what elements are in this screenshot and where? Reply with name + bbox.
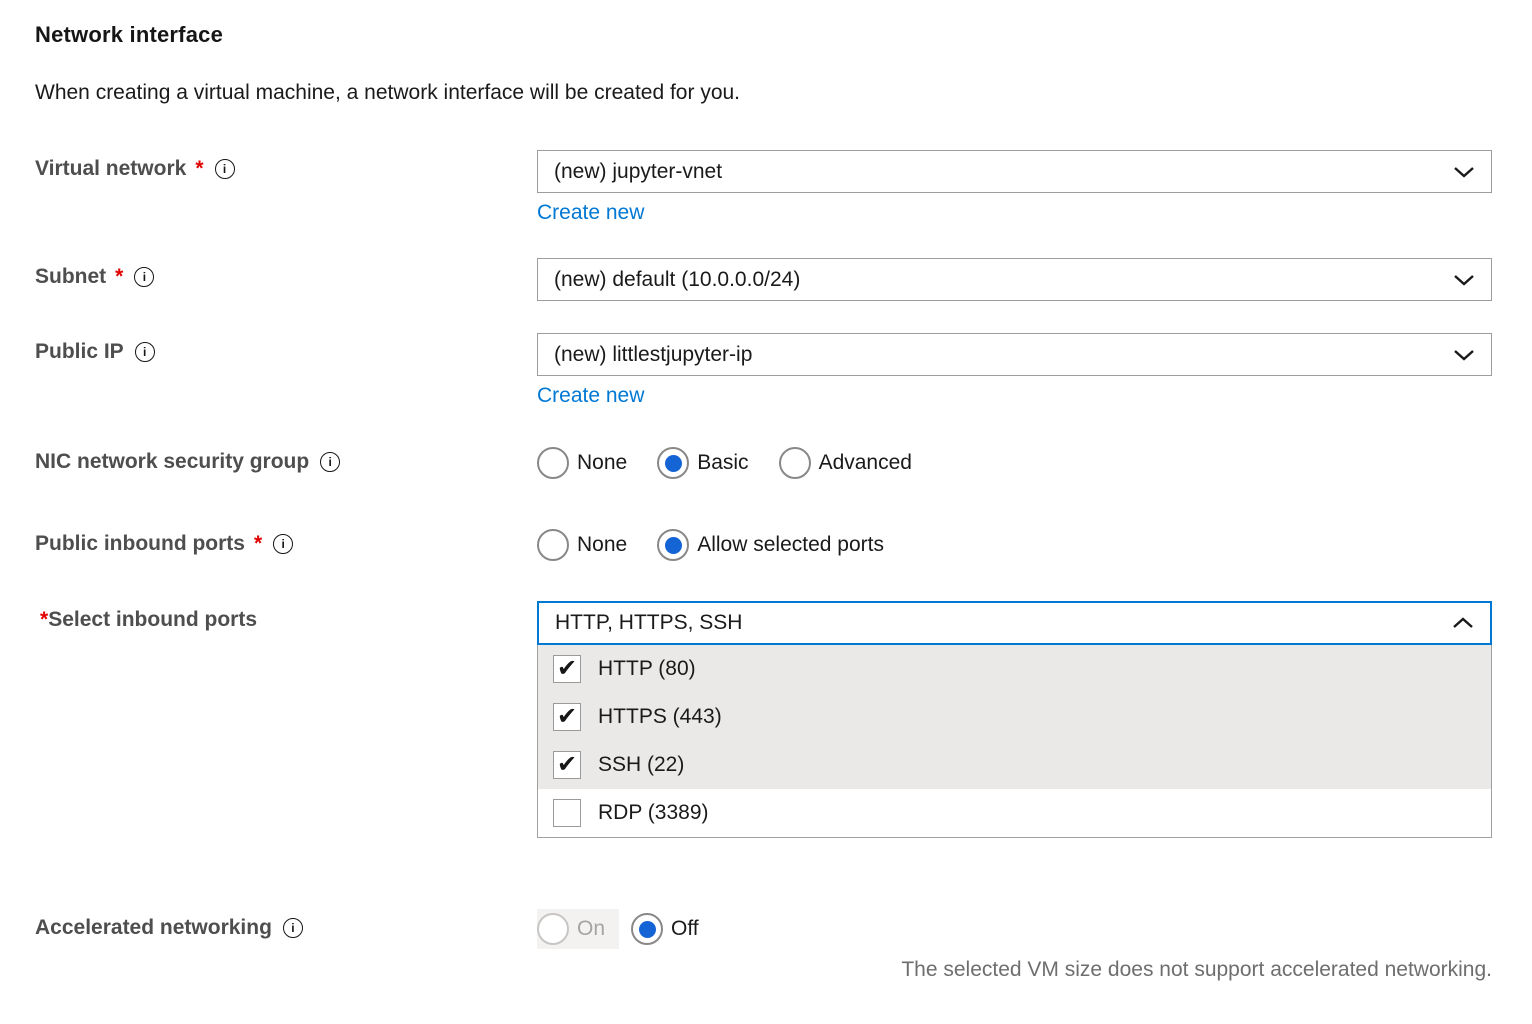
chevron-down-icon <box>1453 349 1475 361</box>
checkbox-unchecked-icon[interactable] <box>553 799 581 827</box>
network-interface-section: Network interface When creating a virtua… <box>0 0 1532 982</box>
option-ssh-22[interactable]: ✔ SSH (22) <box>538 741 1491 789</box>
chevron-down-icon <box>1453 274 1475 286</box>
public-inbound-ports-radio-group: None Allow selected ports <box>537 525 1492 565</box>
row-accelerated-networking: Accelerated networking i On Off The sele… <box>35 909 1492 982</box>
radio-nic-nsg-basic[interactable]: Basic <box>657 447 748 479</box>
checkbox-checked-icon[interactable]: ✔ <box>553 751 581 779</box>
subnet-label: Subnet* i <box>35 258 537 289</box>
accelerated-networking-note: The selected VM size does not support ac… <box>537 958 1492 982</box>
public-ip-create-new-link[interactable]: Create new <box>537 384 644 408</box>
public-ip-label: Public IP i <box>35 333 537 364</box>
nic-nsg-label: NIC network security group i <box>35 443 537 474</box>
radio-circle <box>779 447 811 479</box>
page-title: Network interface <box>35 22 1492 48</box>
info-icon[interactable]: i <box>320 452 340 472</box>
row-subnet: Subnet* i (new) default (10.0.0.0/24) <box>35 258 1492 301</box>
nic-nsg-radio-group: None Basic Advanced <box>537 443 1492 483</box>
required-asterisk: * <box>40 608 48 632</box>
chevron-down-icon <box>1453 166 1475 178</box>
row-public-ip: Public IP i (new) littlestjupyter-ip Cre… <box>35 333 1492 408</box>
radio-circle-selected <box>631 913 663 945</box>
public-ip-dropdown[interactable]: (new) littlestjupyter-ip <box>537 333 1492 376</box>
radio-accelerated-on-disabled: On <box>537 909 619 949</box>
required-asterisk: * <box>195 157 203 181</box>
radio-circle-disabled <box>537 913 569 945</box>
virtual-network-dropdown[interactable]: (new) jupyter-vnet <box>537 150 1492 193</box>
accelerated-networking-radio-group: On Off <box>537 909 1492 949</box>
radio-inbound-none[interactable]: None <box>537 529 627 561</box>
info-icon[interactable]: i <box>135 342 155 362</box>
network-interface-form: Virtual network* i (new) jupyter-vnet Cr… <box>35 150 1492 982</box>
radio-inbound-allow-selected[interactable]: Allow selected ports <box>657 529 884 561</box>
checkbox-checked-icon[interactable]: ✔ <box>553 703 581 731</box>
virtual-network-create-new-link[interactable]: Create new <box>537 201 644 225</box>
info-icon[interactable]: i <box>283 918 303 938</box>
subnet-dropdown[interactable]: (new) default (10.0.0.0/24) <box>537 258 1492 301</box>
radio-circle <box>537 529 569 561</box>
option-https-443[interactable]: ✔ HTTPS (443) <box>538 693 1491 741</box>
radio-circle <box>537 447 569 479</box>
radio-accelerated-off[interactable]: Off <box>631 913 699 945</box>
row-virtual-network: Virtual network* i (new) jupyter-vnet Cr… <box>35 150 1492 225</box>
info-icon[interactable]: i <box>273 534 293 554</box>
radio-nic-nsg-none[interactable]: None <box>537 447 627 479</box>
inbound-ports-option-list: ✔ HTTP (80) ✔ HTTPS (443) ✔ SSH (22) RDP… <box>537 645 1492 838</box>
option-http-80[interactable]: ✔ HTTP (80) <box>538 645 1491 693</box>
radio-nic-nsg-advanced[interactable]: Advanced <box>779 447 912 479</box>
info-icon[interactable]: i <box>215 159 235 179</box>
row-nic-nsg: NIC network security group i None Basic … <box>35 443 1492 483</box>
row-select-inbound-ports: *Select inbound ports HTTP, HTTPS, SSH ✔… <box>35 601 1492 838</box>
option-rdp-3389[interactable]: RDP (3389) <box>538 789 1491 837</box>
row-public-inbound-ports: Public inbound ports* i None Allow selec… <box>35 525 1492 565</box>
public-inbound-ports-label: Public inbound ports* i <box>35 525 537 556</box>
checkbox-checked-icon[interactable]: ✔ <box>553 655 581 683</box>
section-description: When creating a virtual machine, a netwo… <box>35 81 1492 105</box>
virtual-network-label: Virtual network* i <box>35 150 537 181</box>
radio-circle-selected <box>657 447 689 479</box>
required-asterisk: * <box>115 265 123 289</box>
select-inbound-ports-label: *Select inbound ports <box>35 601 537 632</box>
info-icon[interactable]: i <box>134 267 154 287</box>
radio-circle-selected <box>657 529 689 561</box>
required-asterisk: * <box>254 532 262 556</box>
chevron-up-icon <box>1452 617 1474 629</box>
select-inbound-ports-combobox[interactable]: HTTP, HTTPS, SSH <box>537 601 1492 645</box>
accelerated-networking-label: Accelerated networking i <box>35 909 537 940</box>
